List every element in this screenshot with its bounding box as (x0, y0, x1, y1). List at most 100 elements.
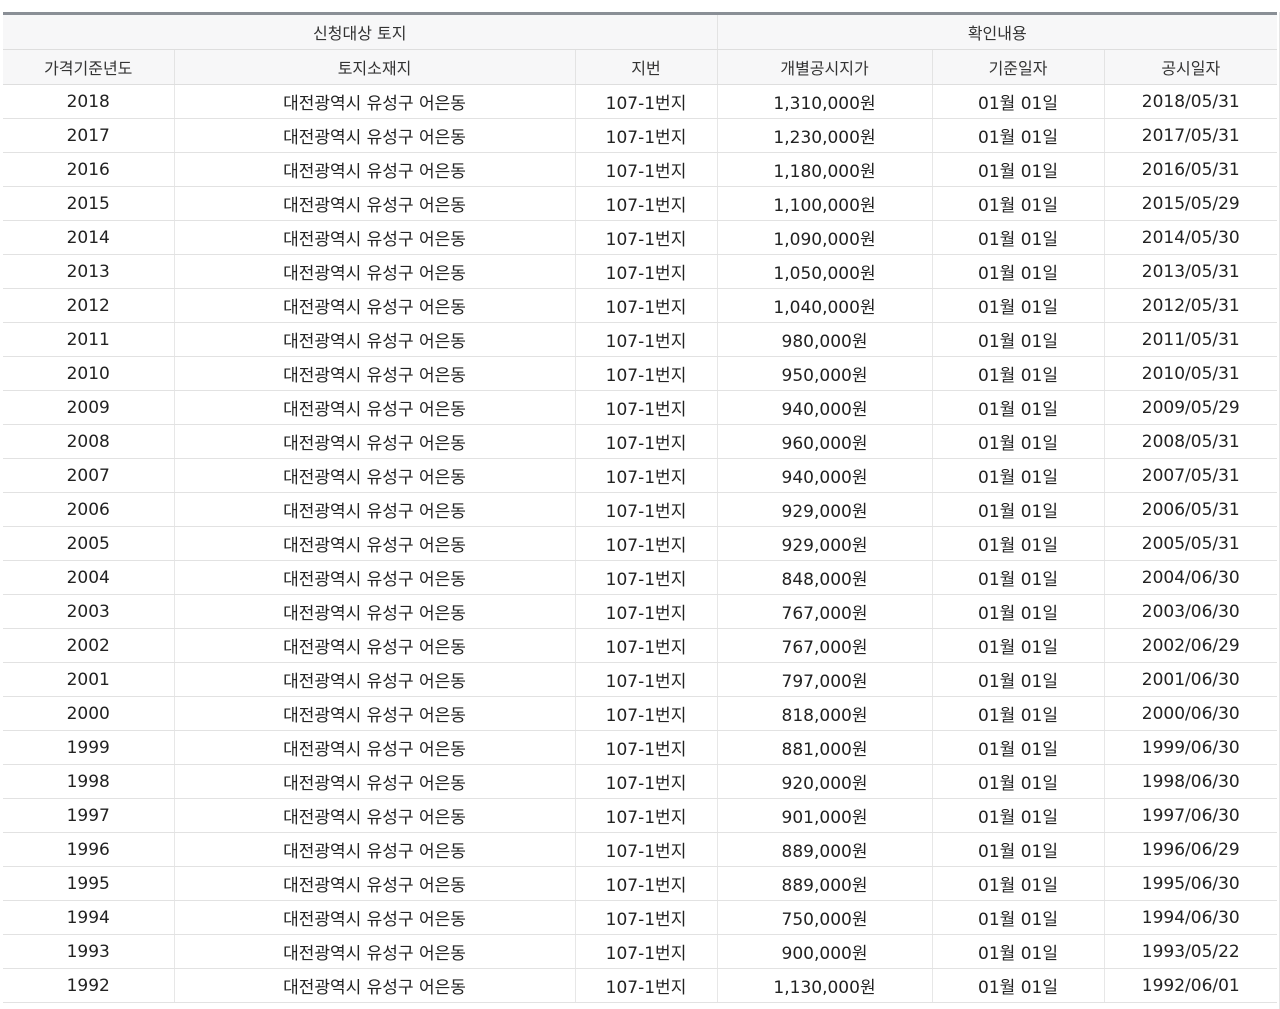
cell-year: 2013 (3, 254, 174, 289)
group-header-confirmation: 확인내용 (716, 13, 1278, 50)
cell-year: 2012 (3, 288, 174, 323)
cell-year: 2015 (3, 186, 174, 221)
table-body: 2018 대전광역시 유성구 어은동 107-1번지 1,310,000원 01월 01… (3, 84, 1278, 1003)
cell-price: 1,310,000원 (716, 84, 933, 119)
cell-lot-number: 107-1번지 (574, 730, 718, 765)
cell-year: 2014 (3, 220, 174, 255)
table-row: 2010 대전광역시 유성구 어은동 107-1번지 950,000원 01월 01일 2… (3, 356, 1278, 391)
cell-price: 929,000원 (716, 526, 933, 561)
cell-price: 1,230,000원 (716, 118, 933, 153)
cell-base-date: 01월 01일 (931, 730, 1105, 765)
table-row: 2006 대전광역시 유성구 어은동 107-1번지 929,000원 01월 01일 2… (3, 492, 1278, 527)
cell-location: 대전광역시 유성구 어은동 (173, 152, 575, 187)
cell-notice-date: 2010/05/31 (1103, 356, 1278, 391)
cell-location: 대전광역시 유성구 어은동 (173, 492, 575, 527)
cell-notice-date: 2006/05/31 (1103, 492, 1278, 527)
column-header-row: 가격기준년도 토지소재지 지번 개별공시지가 기준일자 공시일자 (3, 49, 1278, 85)
cell-year: 1995 (3, 866, 174, 901)
cell-location: 대전광역시 유성구 어은동 (173, 696, 575, 731)
cell-base-date: 01월 01일 (931, 186, 1105, 221)
cell-base-date: 01월 01일 (931, 628, 1105, 663)
cell-base-date: 01월 01일 (931, 934, 1105, 969)
cell-lot-number: 107-1번지 (574, 424, 718, 459)
cell-location: 대전광역시 유성구 어은동 (173, 798, 575, 833)
table-row: 2014 대전광역시 유성구 어은동 107-1번지 1,090,000원 01월 01… (3, 220, 1278, 255)
cell-location: 대전광역시 유성구 어은동 (173, 424, 575, 459)
cell-location: 대전광역시 유성구 어은동 (173, 356, 575, 391)
cell-notice-date: 2003/06/30 (1103, 594, 1278, 629)
table-row: 2007 대전광역시 유성구 어은동 107-1번지 940,000원 01월 01일 2… (3, 458, 1278, 493)
cell-lot-number: 107-1번지 (574, 866, 718, 901)
table-row: 2011 대전광역시 유성구 어은동 107-1번지 980,000원 01월 01일 2… (3, 322, 1278, 357)
cell-location: 대전광역시 유성구 어은동 (173, 458, 575, 493)
cell-location: 대전광역시 유성구 어은동 (173, 866, 575, 901)
cell-year: 2009 (3, 390, 174, 425)
cell-lot-number: 107-1번지 (574, 492, 718, 527)
column-header-base-date: 기준일자 (931, 49, 1105, 85)
cell-base-date: 01월 01일 (931, 390, 1105, 425)
cell-lot-number: 107-1번지 (574, 798, 718, 833)
cell-price: 1,130,000원 (716, 968, 933, 1003)
table-header: 신청대상 토지 확인내용 가격기준년도 토지소재지 지번 개별공시지가 기준일자… (3, 13, 1278, 85)
cell-year: 1992 (3, 968, 174, 1003)
table-row: 1992 대전광역시 유성구 어은동 107-1번지 1,130,000원 01월 01… (3, 968, 1278, 1003)
cell-location: 대전광역시 유성구 어은동 (173, 526, 575, 561)
table-row: 2002 대전광역시 유성구 어은동 107-1번지 767,000원 01월 01일 2… (3, 628, 1278, 663)
cell-lot-number: 107-1번지 (574, 662, 718, 697)
cell-price: 889,000원 (716, 832, 933, 867)
cell-year: 2018 (3, 84, 174, 119)
cell-location: 대전광역시 유성구 어은동 (173, 764, 575, 799)
cell-price: 1,050,000원 (716, 254, 933, 289)
cell-price: 1,040,000원 (716, 288, 933, 323)
cell-price: 818,000원 (716, 696, 933, 731)
cell-notice-date: 1993/05/22 (1103, 934, 1278, 969)
cell-price: 797,000원 (716, 662, 933, 697)
cell-year: 2000 (3, 696, 174, 731)
cell-notice-date: 1994/06/30 (1103, 900, 1278, 935)
cell-location: 대전광역시 유성구 어은동 (173, 84, 575, 119)
cell-lot-number: 107-1번지 (574, 220, 718, 255)
table-row: 2000 대전광역시 유성구 어은동 107-1번지 818,000원 01월 01일 2… (3, 696, 1278, 731)
cell-location: 대전광역시 유성구 어은동 (173, 628, 575, 663)
table-row: 2004 대전광역시 유성구 어은동 107-1번지 848,000원 01월 01일 2… (3, 560, 1278, 595)
cell-notice-date: 2008/05/31 (1103, 424, 1278, 459)
cell-location: 대전광역시 유성구 어은동 (173, 832, 575, 867)
cell-location: 대전광역시 유성구 어은동 (173, 934, 575, 969)
cell-price: 940,000원 (716, 390, 933, 425)
cell-lot-number: 107-1번지 (574, 288, 718, 323)
column-header-location: 토지소재지 (173, 49, 575, 85)
cell-lot-number: 107-1번지 (574, 832, 718, 867)
cell-price: 950,000원 (716, 356, 933, 391)
cell-base-date: 01월 01일 (931, 594, 1105, 629)
cell-lot-number: 107-1번지 (574, 390, 718, 425)
column-header-year: 가격기준년도 (3, 49, 174, 85)
cell-year: 2007 (3, 458, 174, 493)
cell-location: 대전광역시 유성구 어은동 (173, 594, 575, 629)
column-header-notice-date: 공시일자 (1103, 49, 1278, 85)
cell-location: 대전광역시 유성구 어은동 (173, 220, 575, 255)
cell-notice-date: 2018/05/31 (1103, 84, 1278, 119)
cell-year: 2004 (3, 560, 174, 595)
table-row: 1997 대전광역시 유성구 어은동 107-1번지 901,000원 01월 01일 1… (3, 798, 1278, 833)
table-row: 2015 대전광역시 유성구 어은동 107-1번지 1,100,000원 01월 01… (3, 186, 1278, 221)
cell-notice-date: 2002/06/29 (1103, 628, 1278, 663)
table-row: 2009 대전광역시 유성구 어은동 107-1번지 940,000원 01월 01일 2… (3, 390, 1278, 425)
table-row: 2008 대전광역시 유성구 어은동 107-1번지 960,000원 01월 01일 2… (3, 424, 1278, 459)
cell-year: 2017 (3, 118, 174, 153)
group-header-target-land: 신청대상 토지 (3, 13, 718, 50)
cell-base-date: 01월 01일 (931, 764, 1105, 799)
cell-year: 1997 (3, 798, 174, 833)
cell-base-date: 01월 01일 (931, 798, 1105, 833)
cell-year: 2008 (3, 424, 174, 459)
cell-lot-number: 107-1번지 (574, 968, 718, 1003)
cell-year: 1999 (3, 730, 174, 765)
cell-base-date: 01월 01일 (931, 492, 1105, 527)
cell-year: 2006 (3, 492, 174, 527)
cell-notice-date: 1995/06/30 (1103, 866, 1278, 901)
cell-base-date: 01월 01일 (931, 696, 1105, 731)
cell-base-date: 01월 01일 (931, 152, 1105, 187)
cell-notice-date: 1992/06/01 (1103, 968, 1278, 1003)
cell-lot-number: 107-1번지 (574, 696, 718, 731)
table-row: 2018 대전광역시 유성구 어은동 107-1번지 1,310,000원 01월 01… (3, 84, 1278, 119)
cell-lot-number: 107-1번지 (574, 628, 718, 663)
